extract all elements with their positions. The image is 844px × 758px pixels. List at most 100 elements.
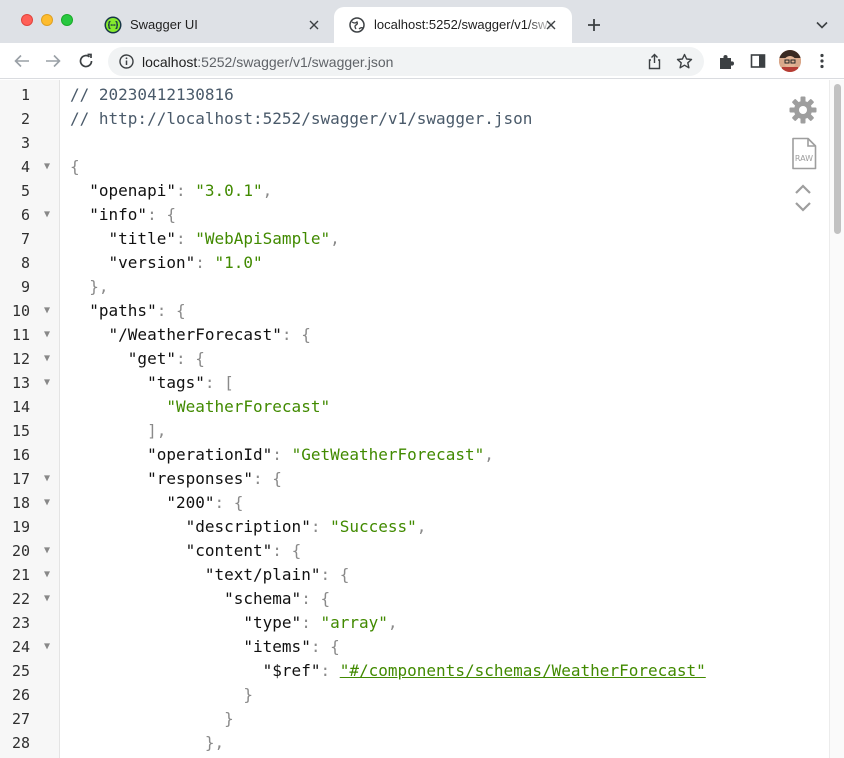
profile-avatar[interactable] bbox=[779, 50, 801, 72]
line-number: 23 bbox=[11, 614, 30, 632]
fold-toggle-icon[interactable]: ▼ bbox=[44, 635, 50, 659]
back-button[interactable] bbox=[10, 49, 34, 73]
chevron-up-icon[interactable] bbox=[794, 183, 812, 195]
json-key: "/WeatherForecast" bbox=[108, 325, 282, 344]
json-punctuation: : bbox=[310, 517, 331, 536]
code-line: 22 ▼ "schema": { bbox=[0, 587, 780, 611]
code-text: "info": { bbox=[70, 203, 176, 227]
fold-toggle-icon[interactable]: ▼ bbox=[44, 203, 50, 227]
fold-toggle-icon[interactable]: ▼ bbox=[44, 299, 50, 323]
json-key: "200" bbox=[166, 493, 215, 512]
close-window-button[interactable] bbox=[21, 14, 33, 26]
chevron-down-icon[interactable] bbox=[794, 201, 812, 213]
code-line: 7 "title": "WebApiSample", bbox=[0, 227, 780, 251]
line-number: 15 bbox=[11, 422, 30, 440]
code-text: "schema": { bbox=[70, 587, 330, 611]
code-line: 16 "operationId": "GetWeatherForecast", bbox=[0, 443, 780, 467]
raw-label: RAW bbox=[795, 154, 813, 163]
fold-toggle-icon[interactable]: ▼ bbox=[44, 347, 50, 371]
forward-button[interactable] bbox=[41, 49, 65, 73]
json-punctuation: : { bbox=[147, 205, 176, 224]
line-number: 12 bbox=[11, 350, 30, 368]
json-punctuation: : bbox=[195, 253, 215, 272]
code-text: "$ref": "#/components/schemas/WeatherFor… bbox=[70, 659, 706, 683]
new-tab-button[interactable] bbox=[583, 14, 605, 36]
json-punctuation: } bbox=[224, 709, 234, 728]
json-key: "version" bbox=[108, 253, 196, 272]
line-number: 25 bbox=[11, 662, 30, 680]
info-icon[interactable] bbox=[119, 54, 134, 69]
fold-toggle-icon[interactable]: ▼ bbox=[44, 491, 50, 515]
vertical-scrollbar[interactable] bbox=[829, 80, 844, 758]
json-key: "operationId" bbox=[147, 445, 273, 464]
fold-toggle-icon[interactable]: ▼ bbox=[44, 155, 50, 179]
fold-toggle-icon[interactable]: ▼ bbox=[44, 587, 50, 611]
code-text: "tags": [ bbox=[70, 371, 234, 395]
code-text: "items": { bbox=[70, 635, 339, 659]
bookmark-star-icon[interactable] bbox=[676, 53, 693, 70]
reload-icon bbox=[79, 53, 93, 68]
fold-toggle-icon[interactable]: ▼ bbox=[44, 539, 50, 563]
more-vertical-icon bbox=[820, 53, 824, 69]
line-number: 7 bbox=[20, 230, 30, 248]
scrollbar-thumb[interactable] bbox=[834, 84, 841, 234]
json-string: "Success" bbox=[330, 517, 417, 536]
code-line: 4 ▼ { bbox=[0, 155, 780, 179]
fold-toggle-icon[interactable]: ▼ bbox=[44, 563, 50, 587]
json-ref-link[interactable]: "#/components/schemas/WeatherForecast" bbox=[340, 661, 706, 680]
code-text: "responses": { bbox=[70, 467, 282, 491]
gear-icon[interactable] bbox=[788, 95, 818, 125]
browser-toolbar: localhost:5252/swagger/v1/swagger.json bbox=[0, 43, 844, 79]
reload-button[interactable] bbox=[74, 49, 98, 73]
side-panel-icon bbox=[750, 54, 766, 68]
share-icon[interactable] bbox=[646, 53, 663, 70]
fold-toggle-icon[interactable]: ▼ bbox=[44, 323, 50, 347]
tab-search-button[interactable] bbox=[812, 15, 832, 35]
json-key: "schema" bbox=[224, 589, 302, 608]
address-bar[interactable]: localhost:5252/swagger/v1/swagger.json bbox=[108, 47, 704, 76]
close-tab-icon[interactable] bbox=[305, 16, 323, 34]
code-line: 10 ▼ "paths": { bbox=[0, 299, 780, 323]
json-punctuation: : bbox=[301, 613, 321, 632]
raw-view-button[interactable]: RAW bbox=[791, 137, 817, 170]
json-key: "content" bbox=[185, 541, 273, 560]
minimize-window-button[interactable] bbox=[41, 14, 53, 26]
code-text: "WeatherForecast" bbox=[70, 395, 330, 419]
fold-toggle-icon[interactable]: ▼ bbox=[44, 371, 50, 395]
zoom-window-button[interactable] bbox=[61, 14, 73, 26]
tab-swagger-ui[interactable]: Swagger UI bbox=[90, 7, 335, 43]
fold-toggle-icon[interactable]: ▼ bbox=[44, 467, 50, 491]
code-text: "openapi": "3.0.1", bbox=[70, 179, 272, 203]
code-line: 12 ▼ "get": { bbox=[0, 347, 780, 371]
chevron-down-icon bbox=[816, 21, 828, 29]
code-text: }, bbox=[70, 275, 108, 299]
tab-swagger-json[interactable]: localhost:5252/swagger/v1/swagger.json bbox=[334, 7, 572, 43]
json-viewer: 1 // 20230412130816 2 // http://localhost:5… bbox=[0, 80, 844, 758]
json-string: "WebApiSample" bbox=[195, 229, 331, 248]
json-key: "tags" bbox=[147, 373, 205, 392]
url-text[interactable]: localhost:5252/swagger/v1/swagger.json bbox=[142, 54, 393, 70]
line-number: 13 bbox=[11, 374, 30, 392]
side-panel-button[interactable] bbox=[749, 52, 767, 70]
puzzle-icon bbox=[719, 54, 734, 69]
line-number: 16 bbox=[11, 446, 30, 464]
url-host: localhost bbox=[142, 54, 198, 70]
browser-menu-button[interactable] bbox=[813, 52, 831, 70]
close-tab-icon[interactable] bbox=[542, 16, 560, 34]
code-text: "text/plain": { bbox=[70, 563, 350, 587]
line-number: 8 bbox=[20, 254, 30, 272]
extensions-button[interactable] bbox=[717, 52, 735, 70]
code-line: 9 }, bbox=[0, 275, 780, 299]
code-line: 26 } bbox=[0, 683, 780, 707]
code-text: "title": "WebApiSample", bbox=[70, 227, 340, 251]
code-text: // 20230412130816 bbox=[70, 83, 234, 107]
line-number: 27 bbox=[11, 710, 30, 728]
